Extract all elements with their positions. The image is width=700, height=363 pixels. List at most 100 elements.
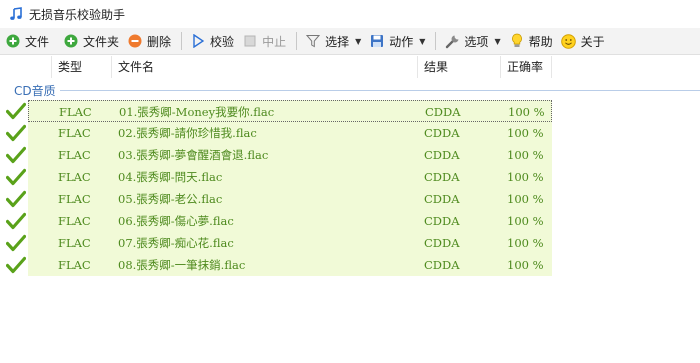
- play-icon: [190, 33, 206, 49]
- checkmark-icon: [5, 256, 27, 274]
- chevron-down-icon: ▼: [355, 36, 362, 46]
- help-button[interactable]: 帮助: [506, 30, 556, 52]
- cell-result: CDDA: [424, 214, 460, 228]
- toolbar-separator: [435, 32, 437, 50]
- row-cells: FLAC 03.張秀卿-夢會醒酒會退.flac CDDA 100 %: [28, 144, 552, 166]
- checkmark-icon: [5, 234, 27, 252]
- file-list: FLAC 01.張秀卿-Money我要你.flac CDDA 100 % FLA…: [0, 100, 700, 276]
- cell-filename: 06.張秀卿-傷心夢.flac: [118, 214, 234, 228]
- cell-type: FLAC: [58, 126, 91, 140]
- checkmark-icon: [5, 124, 27, 142]
- verify-button[interactable]: 校验: [187, 30, 237, 52]
- cell-filename: 05.張秀卿-老公.flac: [118, 192, 223, 206]
- select-label: 选择: [325, 34, 350, 49]
- cell-result: CDDA: [424, 170, 460, 184]
- table-row[interactable]: FLAC 02.張秀卿-請你珍惜我.flac CDDA 100 %: [0, 122, 700, 144]
- column-type[interactable]: 类型: [52, 56, 112, 78]
- cell-filename: 04.張秀卿-問天.flac: [118, 170, 223, 184]
- add-icon: [5, 33, 21, 49]
- cell-filename: 07.張秀卿-痴心花.flac: [118, 236, 234, 250]
- verify-label: 校验: [210, 34, 235, 49]
- cell-accuracy: 100 %: [507, 236, 544, 250]
- cell-accuracy: 100 %: [507, 258, 544, 272]
- table-row[interactable]: FLAC 04.張秀卿-問天.flac CDDA 100 %: [0, 166, 700, 188]
- action-dropdown-button[interactable]: 动作 ▼: [366, 30, 428, 52]
- window-title: 无损音乐校验助手: [29, 7, 126, 22]
- cell-type: FLAC: [58, 214, 91, 228]
- toolbar-separator: [296, 32, 298, 50]
- column-type-label: 类型: [58, 60, 83, 74]
- cell-filename: 08.張秀卿-一筆抹銷.flac: [118, 258, 246, 272]
- cell-result: CDDA: [425, 105, 461, 119]
- column-accuracy[interactable]: 正确率: [501, 56, 552, 78]
- column-status[interactable]: [0, 56, 52, 78]
- row-cells: FLAC 05.張秀卿-老公.flac CDDA 100 %: [28, 188, 552, 210]
- cell-result: CDDA: [424, 148, 460, 162]
- table-row[interactable]: FLAC 06.張秀卿-傷心夢.flac CDDA 100 %: [0, 210, 700, 232]
- group-name: CD音质: [14, 84, 56, 98]
- cell-type: FLAC: [58, 236, 91, 250]
- stop-icon: [242, 33, 258, 49]
- table-row[interactable]: FLAC 08.張秀卿-一筆抹銷.flac CDDA 100 %: [0, 254, 700, 276]
- toolbar: 文件 文件夹 删除 校验 中止 选择 ▼ 动作 ▼ 选项 ▼ 帮助 关于: [0, 28, 700, 55]
- column-filename[interactable]: 文件名: [112, 56, 418, 78]
- cell-result: CDDA: [424, 258, 460, 272]
- cell-accuracy: 100 %: [507, 214, 544, 228]
- table-row[interactable]: FLAC 07.張秀卿-痴心花.flac CDDA 100 %: [0, 232, 700, 254]
- group-header[interactable]: CD音质: [0, 80, 700, 98]
- cell-type: FLAC: [58, 148, 91, 162]
- checkmark-icon: [5, 212, 27, 230]
- cell-filename: 02.張秀卿-請你珍惜我.flac: [118, 126, 257, 140]
- filter-icon: [305, 33, 321, 49]
- options-dropdown-button[interactable]: 选项 ▼: [441, 30, 503, 52]
- action-label: 动作: [389, 34, 414, 49]
- smiley-icon: [561, 33, 577, 49]
- table-row[interactable]: FLAC 05.張秀卿-老公.flac CDDA 100 %: [0, 188, 700, 210]
- stop-button[interactable]: 中止: [239, 30, 289, 52]
- row-cells: FLAC 02.張秀卿-請你珍惜我.flac CDDA 100 %: [28, 122, 552, 144]
- wrench-icon: [444, 33, 460, 49]
- help-label: 帮助: [528, 34, 553, 49]
- column-header: 类型 文件名 结果 正确率: [0, 56, 700, 78]
- about-button[interactable]: 关于: [558, 30, 608, 52]
- delete-button[interactable]: 删除: [124, 30, 174, 52]
- add-folder-button[interactable]: 文件夹: [60, 30, 122, 52]
- remove-icon: [127, 33, 143, 49]
- cell-type: FLAC: [58, 192, 91, 206]
- column-result[interactable]: 结果: [418, 56, 501, 78]
- chevron-down-icon: ▼: [419, 36, 426, 46]
- row-cells: FLAC 07.張秀卿-痴心花.flac CDDA 100 %: [28, 232, 552, 254]
- cell-filename: 01.張秀卿-Money我要你.flac: [119, 105, 275, 119]
- cell-filename: 03.張秀卿-夢會醒酒會退.flac: [118, 148, 269, 162]
- checkmark-icon: [5, 102, 27, 120]
- chevron-down-icon: ▼: [494, 36, 501, 46]
- lightbulb-icon: [509, 33, 525, 49]
- row-cells: FLAC 06.張秀卿-傷心夢.flac CDDA 100 %: [28, 210, 552, 232]
- toolbar-separator: [181, 32, 183, 50]
- table-row[interactable]: FLAC 01.張秀卿-Money我要你.flac CDDA 100 %: [0, 100, 700, 122]
- group-divider: [60, 90, 700, 91]
- checkmark-icon: [5, 190, 27, 208]
- checkmark-icon: [5, 168, 27, 186]
- stop-label: 中止: [262, 34, 287, 49]
- table-row[interactable]: FLAC 03.張秀卿-夢會醒酒會退.flac CDDA 100 %: [0, 144, 700, 166]
- delete-label: 删除: [147, 34, 172, 49]
- add-file-button[interactable]: 文件: [2, 30, 52, 52]
- cell-result: CDDA: [424, 192, 460, 206]
- title-bar: 无损音乐校验助手: [0, 0, 700, 28]
- cell-accuracy: 100 %: [508, 105, 545, 119]
- add-folder-label: 文件夹: [83, 34, 120, 49]
- cell-result: CDDA: [424, 236, 460, 250]
- cell-accuracy: 100 %: [507, 126, 544, 140]
- select-dropdown-button[interactable]: 选择 ▼: [302, 30, 364, 52]
- row-cells: FLAC 04.張秀卿-問天.flac CDDA 100 %: [28, 166, 552, 188]
- cell-result: CDDA: [424, 126, 460, 140]
- row-cells: FLAC 08.張秀卿-一筆抹銷.flac CDDA 100 %: [28, 254, 552, 276]
- add-icon: [63, 33, 79, 49]
- column-filename-label: 文件名: [118, 60, 155, 74]
- cell-accuracy: 100 %: [507, 170, 544, 184]
- cell-type: FLAC: [58, 170, 91, 184]
- cell-type: FLAC: [58, 258, 91, 272]
- cell-accuracy: 100 %: [507, 192, 544, 206]
- cell-type: FLAC: [59, 105, 92, 119]
